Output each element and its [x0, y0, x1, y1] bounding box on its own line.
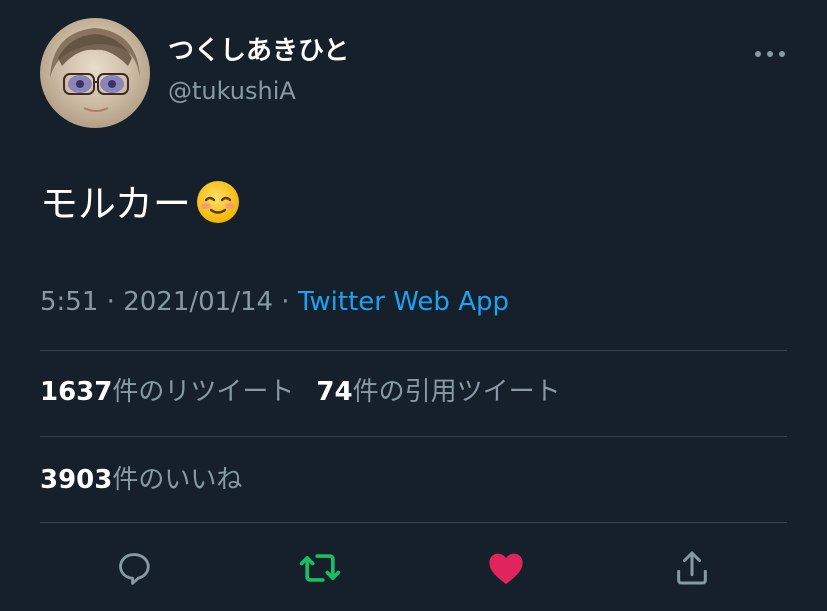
tweet-date[interactable]: 2021/01/14	[123, 287, 273, 317]
quotes-count: 74	[316, 377, 353, 407]
user-handle[interactable]: @tukushiA	[168, 74, 349, 108]
tweet-header: つくしあきひと @tukushiA	[40, 18, 787, 130]
likes-label: 件のいいね	[112, 465, 243, 495]
tweet-actions	[0, 544, 827, 592]
retweets-stat[interactable]: 1637件のリツイート	[40, 377, 294, 407]
like-button[interactable]	[482, 544, 530, 592]
tweet-text: モルカー	[40, 176, 241, 240]
heart-icon	[489, 553, 523, 585]
share-button[interactable]	[668, 544, 716, 592]
reply-button[interactable]	[110, 544, 158, 592]
likes-stat[interactable]: 3903件のいいね	[40, 465, 242, 495]
likes-stats: 3903件のいいね	[40, 460, 242, 500]
retweets-count: 1637	[40, 377, 113, 407]
quotes-stat[interactable]: 74件の引用ツイート	[316, 377, 560, 407]
display-name[interactable]: つくしあきひと	[168, 34, 349, 68]
retweets-label: 件のリツイート	[112, 377, 295, 407]
tweet-meta: 5:51 · 2021/01/14 · Twitter Web App	[40, 282, 509, 322]
smiling-face-emoji-icon	[195, 179, 241, 240]
engagement-stats: 1637件のリツイート 74件の引用ツイート	[40, 372, 561, 412]
reply-icon	[119, 553, 150, 585]
meta-separator: ·	[273, 287, 298, 317]
likes-count: 3903	[40, 465, 113, 495]
tweet-source-link[interactable]: Twitter Web App	[298, 287, 509, 317]
avatar-image	[50, 28, 140, 112]
tweet-time[interactable]: 5:51	[40, 287, 98, 317]
divider	[40, 350, 787, 351]
retweet-icon	[299, 554, 341, 582]
tweet-body: モルカー	[40, 182, 191, 226]
share-icon	[677, 551, 707, 585]
divider	[40, 436, 787, 437]
user-names: つくしあきひと @tukushiA	[168, 34, 349, 108]
meta-separator: ·	[98, 287, 124, 317]
quotes-label: 件の引用ツイート	[352, 377, 561, 407]
divider	[40, 522, 787, 523]
retweet-button[interactable]	[296, 544, 344, 592]
avatar[interactable]	[40, 18, 150, 128]
more-icon[interactable]	[753, 48, 787, 60]
